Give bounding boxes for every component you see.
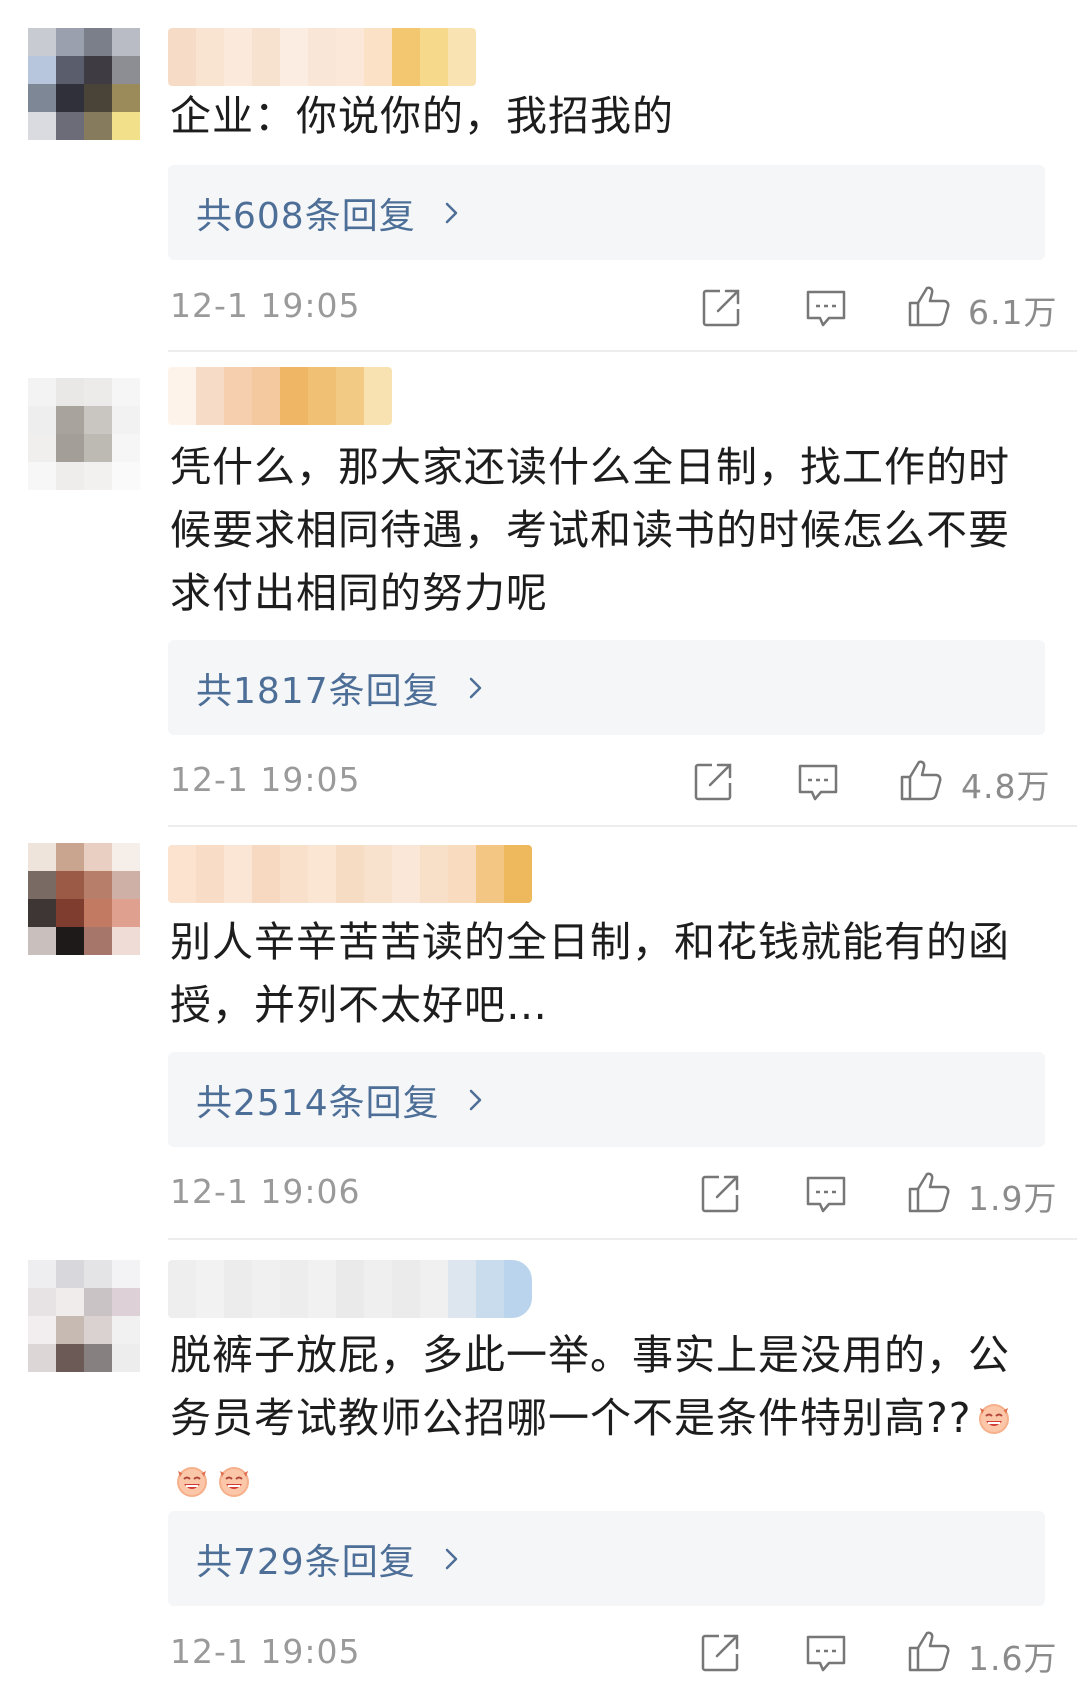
timestamp: 12-1 19:05 (170, 1632, 361, 1671)
laughing-emoji-icon (172, 1461, 212, 1501)
chevron-right-icon (462, 674, 490, 702)
comment-text: 凭什么，那大家还读什么全日制，找工作的时候要求相同待遇，考试和读书的时候怎么不要… (170, 443, 1010, 617)
reply-count-button[interactable]: 共608条回复 (168, 165, 1045, 260)
reply-count-label: 共608条回复 (196, 195, 416, 237)
laughing-emoji-icon (974, 1398, 1014, 1438)
comment-icon[interactable] (795, 759, 841, 805)
share-icon[interactable] (697, 1171, 743, 1217)
like-count: 4.8万 (961, 767, 1051, 806)
reply-count-label: 共2514条回复 (196, 1082, 440, 1124)
avatar[interactable] (28, 28, 140, 140)
comment-icon[interactable] (803, 1171, 849, 1217)
reply-count-button[interactable]: 共1817条回复 (168, 640, 1045, 735)
thumbs-up-icon[interactable] (906, 283, 952, 329)
share-icon[interactable] (698, 285, 744, 331)
reply-count-label: 共729条回复 (196, 1541, 416, 1583)
divider (168, 825, 1077, 827)
username-blurred[interactable] (168, 1260, 532, 1318)
laughing-emoji-icon (214, 1461, 254, 1501)
username-blurred[interactable] (168, 28, 476, 86)
timestamp: 12-1 19:05 (170, 286, 361, 325)
comment-icon[interactable] (803, 285, 849, 331)
reply-count-label: 共1817条回复 (196, 670, 440, 712)
like-count: 1.6万 (968, 1639, 1058, 1678)
avatar[interactable] (28, 843, 140, 955)
divider (168, 350, 1077, 352)
reply-count-button[interactable]: 共729条回复 (168, 1511, 1045, 1606)
like-count: 6.1万 (968, 293, 1058, 332)
like-count: 1.9万 (968, 1179, 1058, 1218)
comment-text: 企业：你说你的，我招我的 (170, 92, 674, 140)
timestamp: 12-1 19:06 (170, 1172, 361, 1211)
chevron-right-icon (438, 199, 466, 227)
share-icon[interactable] (697, 1630, 743, 1676)
comment-text-body: 脱裤子放屁，多此一举。事实上是没用的，公务员考试教师公招哪一个不是条件特别高?? (170, 1331, 1010, 1442)
chevron-right-icon (462, 1086, 490, 1114)
avatar[interactable] (28, 378, 140, 490)
thumbs-up-icon[interactable] (906, 1628, 952, 1674)
chevron-right-icon (438, 1545, 466, 1573)
thumbs-up-icon[interactable] (898, 757, 944, 803)
thumbs-up-icon[interactable] (906, 1169, 952, 1215)
divider (168, 1238, 1077, 1240)
comment-icon[interactable] (803, 1630, 849, 1676)
username-blurred[interactable] (168, 845, 532, 903)
timestamp: 12-1 19:05 (170, 760, 361, 799)
comment-text: 脱裤子放屁，多此一举。事实上是没用的，公务员考试教师公招哪一个不是条件特别高?? (170, 1324, 1050, 1513)
username-blurred[interactable] (168, 367, 392, 425)
share-icon[interactable] (690, 759, 736, 805)
reply-count-button[interactable]: 共2514条回复 (168, 1052, 1045, 1147)
comment-text: 别人辛辛苦苦读的全日制，和花钱就能有的函授，并列不太好吧… (170, 918, 1010, 1029)
avatar[interactable] (28, 1260, 140, 1372)
